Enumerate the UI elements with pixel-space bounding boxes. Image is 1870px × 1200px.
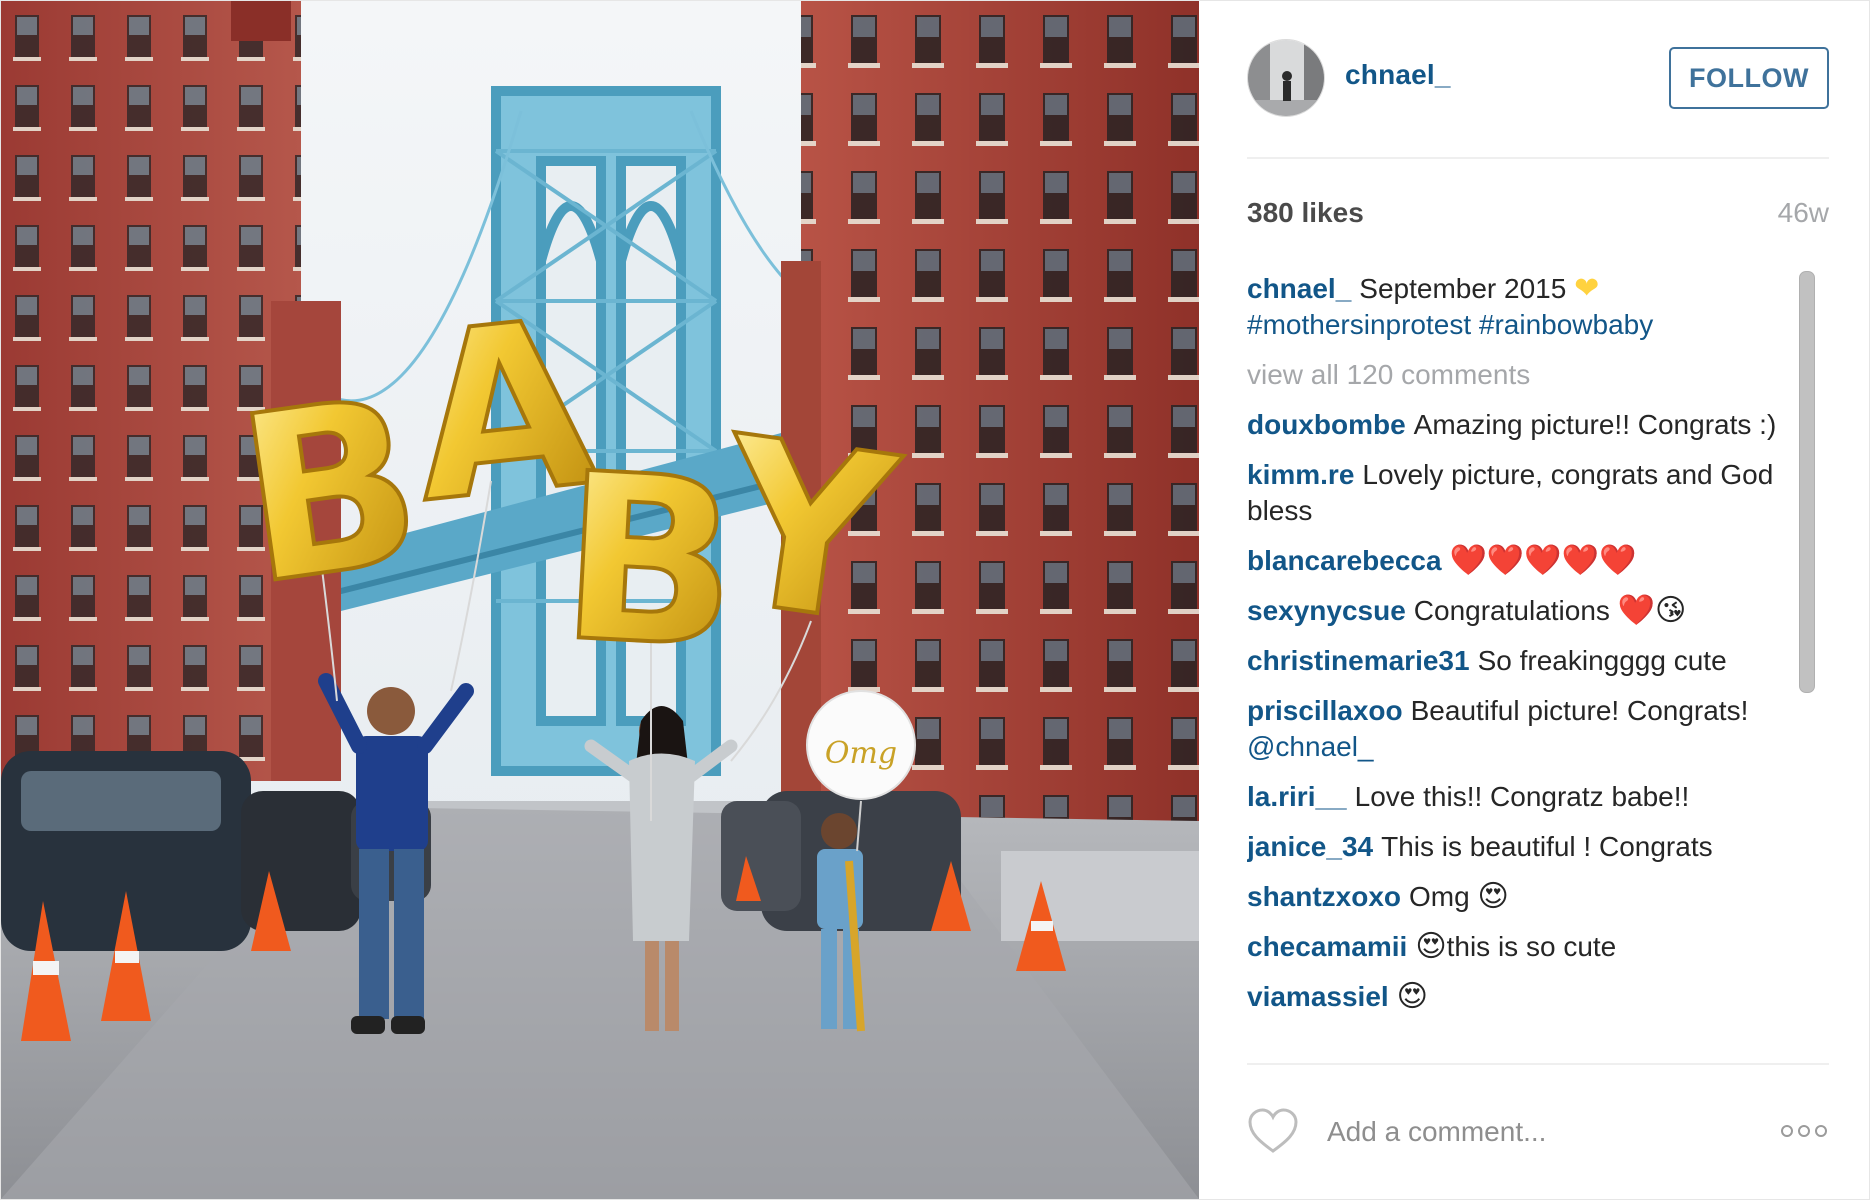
comment-username[interactable]: christinemarie31 — [1247, 645, 1470, 676]
balloon-letter-b2: B — [555, 425, 744, 701]
caption-hashtags[interactable]: #mothersinprotest #rainbowbaby — [1247, 309, 1653, 340]
heart-eyes-icon: 😍 — [1396, 979, 1428, 1014]
follow-button[interactable]: FOLLOW — [1669, 47, 1829, 109]
comment-bar — [1247, 1101, 1829, 1161]
post-header: chnael_ FOLLOW — [1247, 37, 1829, 117]
scrollbar-thumb[interactable] — [1799, 271, 1815, 693]
comment-item: douxbombe Amazing picture!! Congrats :) — [1247, 407, 1787, 443]
comment-username[interactable]: kimm.re — [1247, 459, 1354, 490]
comment-text: this is so cute — [1446, 931, 1617, 962]
yellow-heart-icon: ❤ — [1574, 271, 1600, 306]
comment-item: janice_34 This is beautiful ! Congrats — [1247, 829, 1787, 865]
heart-kiss-icon: ❤️😘 — [1617, 593, 1687, 628]
footer-divider — [1247, 1063, 1829, 1065]
comment-text: So freakingggg cute — [1477, 645, 1727, 676]
caption-username[interactable]: chnael_ — [1247, 273, 1351, 304]
comment-item: kimm.re Lovely picture, congrats and God … — [1247, 457, 1787, 529]
likes-count[interactable]: 380 likes — [1247, 197, 1364, 229]
more-options-icon[interactable] — [1779, 1123, 1829, 1139]
add-comment-input[interactable] — [1325, 1109, 1749, 1155]
avatar[interactable] — [1247, 39, 1325, 117]
post-photo[interactable]: Omg B A B Y — [1, 1, 1199, 1199]
comment-username[interactable]: checamamii — [1247, 931, 1407, 962]
comment-item: viamassiel 😍 — [1247, 979, 1787, 1015]
comment-text: Beautiful picture! Congrats! — [1410, 695, 1749, 726]
comments-list[interactable]: chnael_ September 2015 ❤ #mothersinprotes… — [1247, 271, 1787, 1061]
heart-outline-icon[interactable] — [1247, 1107, 1299, 1155]
comment-username[interactable]: sexynycsue — [1247, 595, 1406, 626]
instagram-post: Omg B A B Y chnael_ FOLLOW 380 likes 46w… — [0, 0, 1870, 1200]
comment-item: sexynycsue Congratulations ❤️😘 — [1247, 593, 1787, 629]
avatar-image — [1248, 40, 1324, 116]
comment-text: Love this!! Congratz babe!! — [1354, 781, 1690, 812]
comment-username[interactable]: viamassiel — [1247, 981, 1389, 1012]
caption-text: September 2015 — [1359, 273, 1567, 304]
comment-text: Congratulations — [1413, 595, 1610, 626]
balloon-letter-b1: B — [225, 348, 436, 637]
comment-username[interactable]: la.riri__ — [1247, 781, 1347, 812]
post-side-panel: chnael_ FOLLOW 380 likes 46w chnael_ Sept… — [1199, 1, 1869, 1199]
hearts-icon: ❤️❤️❤️❤️❤️ — [1449, 543, 1637, 578]
post-time-ago[interactable]: 46w — [1778, 197, 1829, 229]
header-divider — [1247, 157, 1829, 159]
comment-text: This is beautiful ! Congrats — [1381, 831, 1713, 862]
comment-item: la.riri__ Love this!! Congratz babe!! — [1247, 779, 1787, 815]
balloon-text: Omg — [825, 736, 897, 771]
heart-eyes-icon: 😍 — [1477, 879, 1509, 914]
caption: chnael_ September 2015 ❤ #mothersinprotes… — [1247, 271, 1787, 343]
comment-item: blancarebecca ❤️❤️❤️❤️❤️ — [1247, 543, 1787, 579]
view-all-comments-link[interactable]: view all 120 comments — [1247, 357, 1787, 393]
comment-username[interactable]: priscillaxoo — [1247, 695, 1403, 726]
comment-text: Omg — [1409, 881, 1470, 912]
photo-illustration: Omg B A B Y — [1, 1, 1199, 1199]
comment-item: priscillaxoo Beautiful picture! Congrats!… — [1247, 693, 1787, 765]
comment-username[interactable]: douxbombe — [1247, 409, 1406, 440]
comment-item: shantzxoxo Omg 😍 — [1247, 879, 1787, 915]
comment-item: checamamii 😍this is so cute — [1247, 929, 1787, 965]
post-author-username[interactable]: chnael_ — [1345, 59, 1451, 91]
comment-username[interactable]: janice_34 — [1247, 831, 1373, 862]
comments-scrollbar[interactable] — [1795, 271, 1817, 1061]
comment-username[interactable]: shantzxoxo — [1247, 881, 1401, 912]
comment-text: Amazing picture!! Congrats :) — [1413, 409, 1777, 440]
likes-row: 380 likes 46w — [1247, 197, 1829, 237]
comment-item: christinemarie31 So freakingggg cute — [1247, 643, 1787, 679]
heart-eyes-icon: 😍 — [1415, 929, 1447, 964]
comment-mention[interactable]: @chnael_ — [1247, 731, 1374, 762]
comment-username[interactable]: blancarebecca — [1247, 545, 1442, 576]
